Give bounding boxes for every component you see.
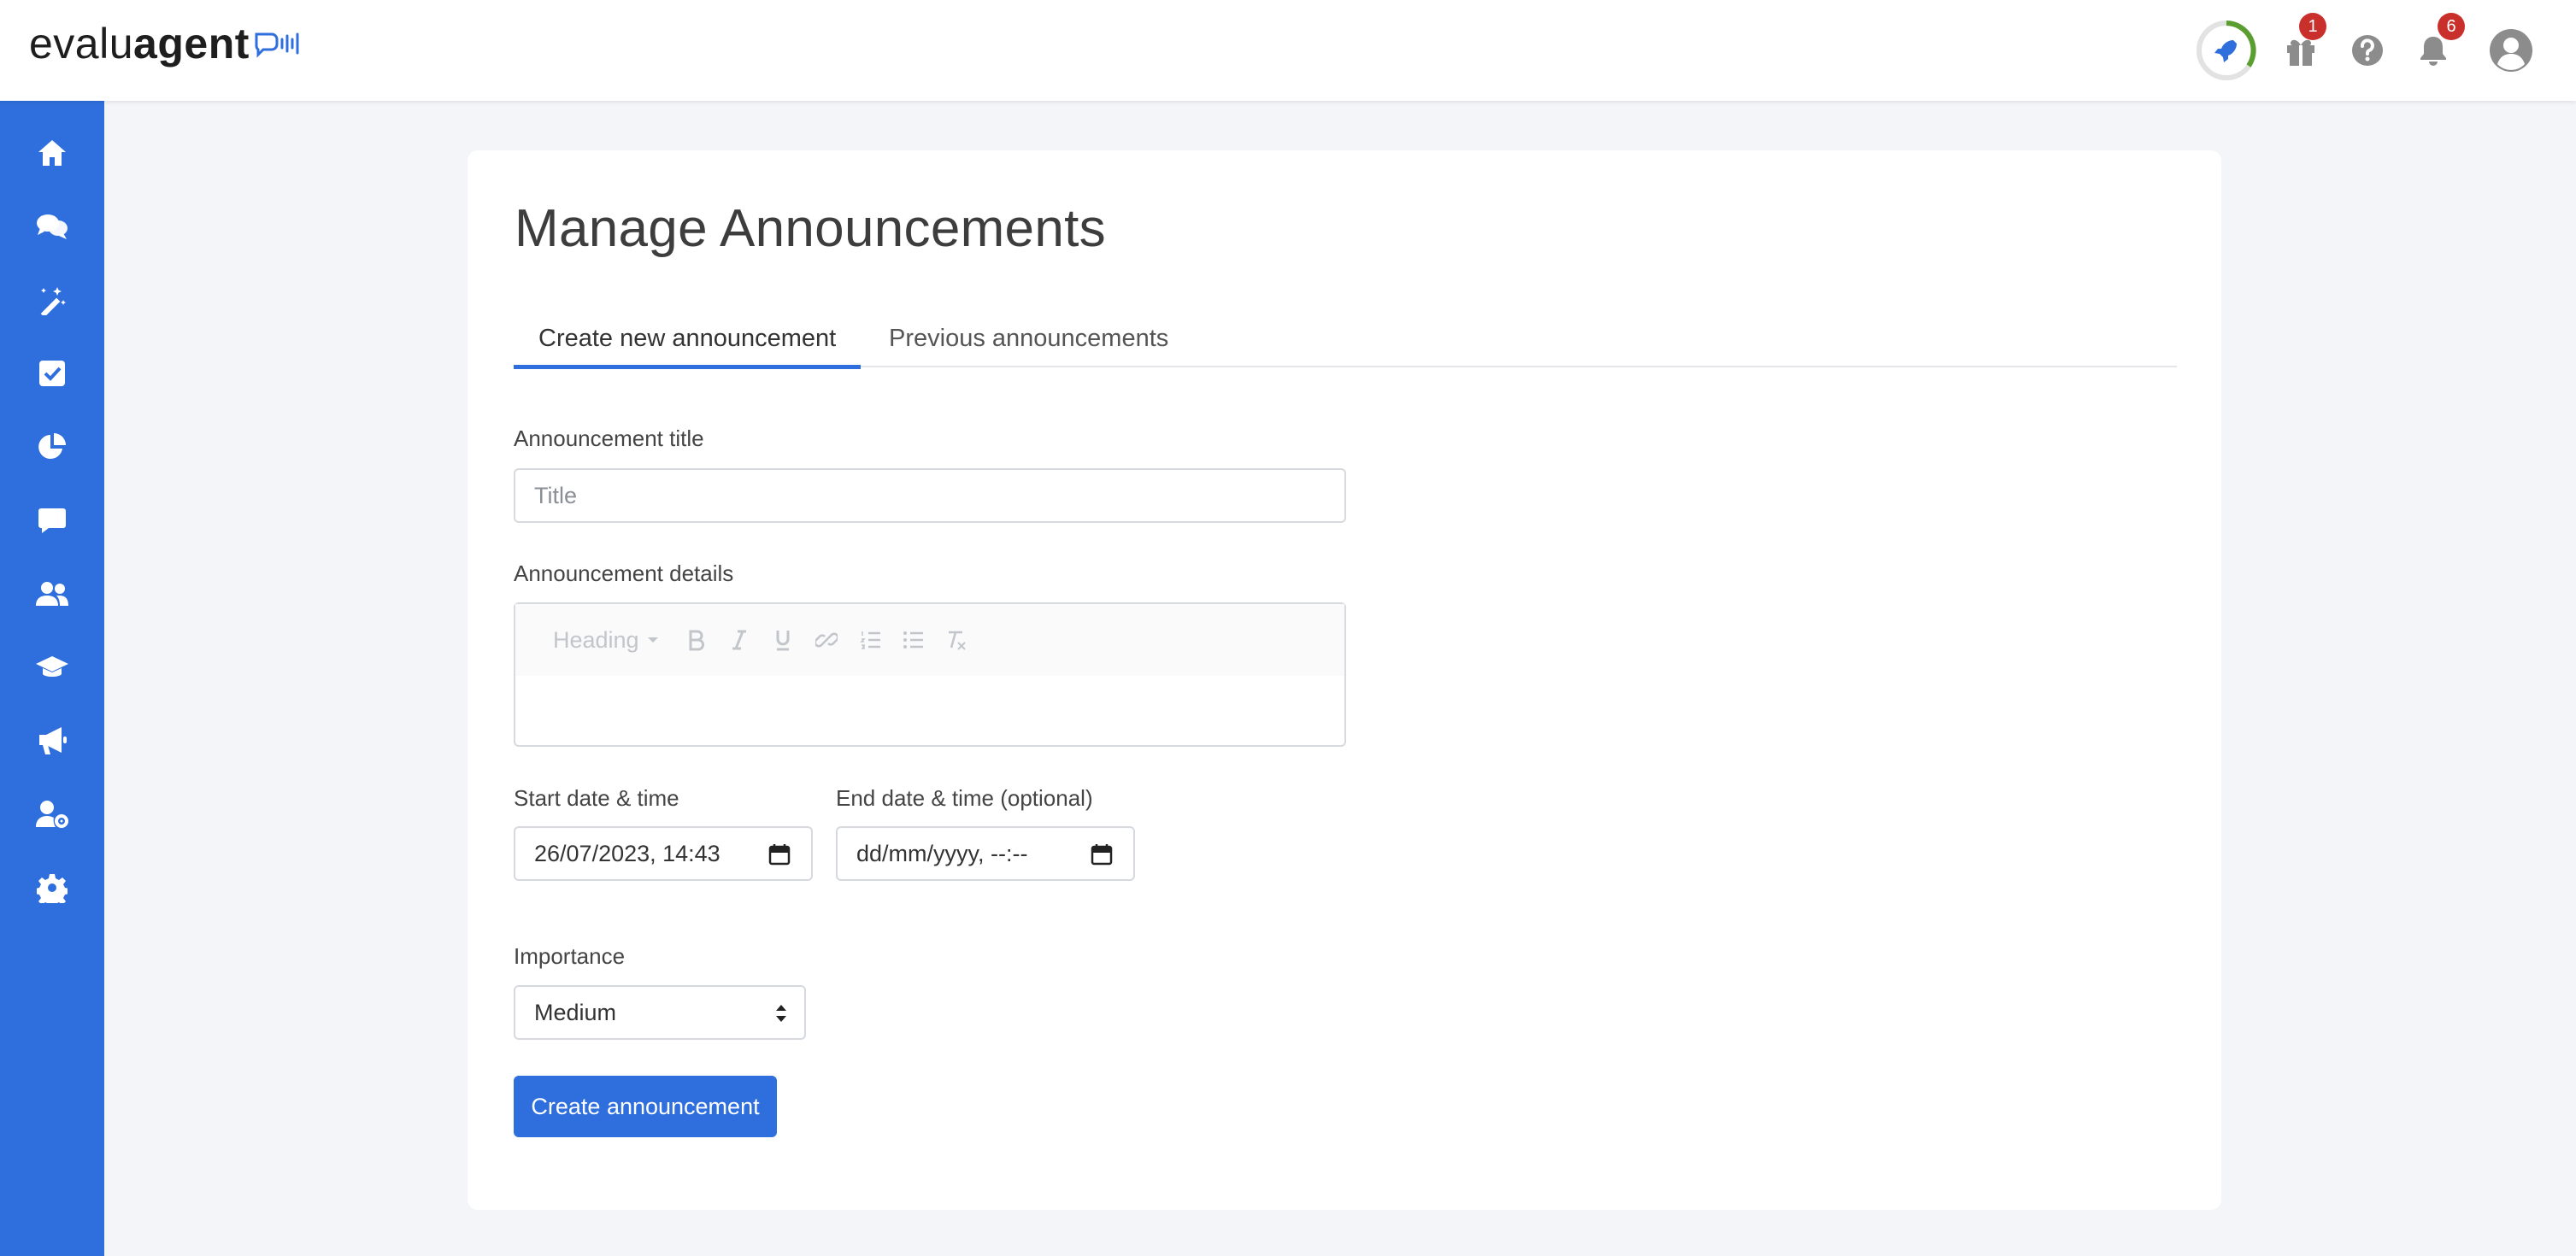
sidebar-item-home[interactable] (0, 116, 104, 190)
tab-previous-announcements[interactable]: Previous announcements (864, 318, 1193, 367)
logo-text-prefix: evalu (29, 20, 134, 67)
sidebar-item-announcements[interactable] (0, 704, 104, 778)
underline-icon (776, 631, 790, 651)
heading-dropdown[interactable]: Heading (553, 626, 664, 654)
sidebar-item-evaluations[interactable] (0, 337, 104, 410)
tab-bar: Create new announcement Previous announc… (514, 318, 2177, 369)
underline-button[interactable] (769, 626, 797, 654)
sidebar-item-learning[interactable] (0, 631, 104, 704)
page-title: Manage Announcements (515, 199, 1106, 258)
calendar-icon[interactable] (768, 842, 791, 866)
magic-wand-icon (40, 287, 66, 315)
rocket-progress-icon (2197, 21, 2256, 80)
bold-button[interactable] (683, 626, 710, 654)
sidebar-item-user-management[interactable] (0, 778, 104, 851)
clear-formatting-icon (949, 631, 966, 650)
sidebar (0, 101, 104, 1256)
heading-dropdown-label: Heading (553, 626, 639, 653)
onboarding-progress-button[interactable] (2194, 18, 2259, 83)
home-icon (38, 140, 66, 166)
announcement-title-label: Announcement title (514, 426, 704, 451)
comment-icon (38, 508, 66, 533)
create-announcement-button[interactable]: Create announcement (514, 1076, 777, 1137)
megaphone-icon (39, 727, 67, 754)
announcement-details-editor[interactable]: Heading (514, 602, 1346, 747)
help-button[interactable] (2335, 18, 2400, 83)
gift-badge: 1 (2299, 13, 2326, 40)
graduation-cap-icon (36, 656, 68, 677)
announcement-details-label: Announcement details (514, 561, 734, 586)
sidebar-item-reports[interactable] (0, 410, 104, 484)
bullet-list-icon (903, 631, 923, 649)
ordered-list-button[interactable] (857, 626, 885, 654)
select-arrows-icon (776, 1005, 786, 1022)
editor-toolbar: Heading (515, 604, 1344, 676)
user-avatar-icon (2490, 29, 2532, 72)
sidebar-item-auto-qa[interactable] (0, 263, 104, 337)
importance-select[interactable]: Medium (514, 985, 806, 1040)
notification-badge: 6 (2438, 13, 2465, 40)
sidebar-item-feedback[interactable] (0, 484, 104, 557)
question-circle-icon (2352, 35, 2383, 66)
announcements-card: Manage Announcements Create new announce… (468, 150, 2221, 1210)
sidebar-item-conversations[interactable] (0, 190, 104, 263)
logo-text-suffix: agent (133, 20, 250, 67)
importance-label: Importance (514, 943, 626, 969)
start-date-label: Start date & time (514, 785, 679, 811)
top-bar: evalu agent 1 6 (0, 0, 2576, 101)
importance-selected-value: Medium (534, 999, 617, 1025)
clear-formatting-button[interactable] (943, 626, 970, 654)
link-icon (815, 632, 838, 648)
italic-button[interactable] (726, 626, 753, 654)
bullet-list-button[interactable] (900, 626, 927, 654)
gear-icon (37, 874, 68, 903)
link-button[interactable] (813, 626, 840, 654)
caret-down-icon (647, 637, 658, 643)
italic-icon (732, 630, 746, 650)
user-settings-icon (36, 801, 68, 828)
conversations-icon (37, 214, 68, 239)
calendar-icon[interactable] (1091, 842, 1113, 866)
ordered-list-icon (860, 631, 880, 649)
start-date-value: 26/07/2023, 14:43 (534, 840, 720, 866)
sidebar-item-settings[interactable] (0, 851, 104, 924)
bold-icon (689, 630, 704, 651)
sidebar-item-users[interactable] (0, 557, 104, 631)
evaluagent-logo[interactable]: evalu agent (29, 19, 303, 68)
logo-wave-icon (255, 32, 299, 58)
end-date-label: End date & time (optional) (836, 785, 1093, 811)
tab-create-new-announcement[interactable]: Create new announcement (514, 318, 862, 369)
start-date-input[interactable]: 26/07/2023, 14:43 (514, 826, 813, 881)
pie-chart-icon (38, 433, 66, 459)
checkbox-icon (39, 361, 65, 386)
end-date-input[interactable]: dd/mm/yyyy, --:-- (836, 826, 1135, 881)
user-avatar-button[interactable] (2479, 18, 2544, 83)
announcement-title-input[interactable] (514, 468, 1346, 523)
end-date-value: dd/mm/yyyy, --:-- (856, 840, 1028, 866)
users-icon (36, 582, 68, 606)
